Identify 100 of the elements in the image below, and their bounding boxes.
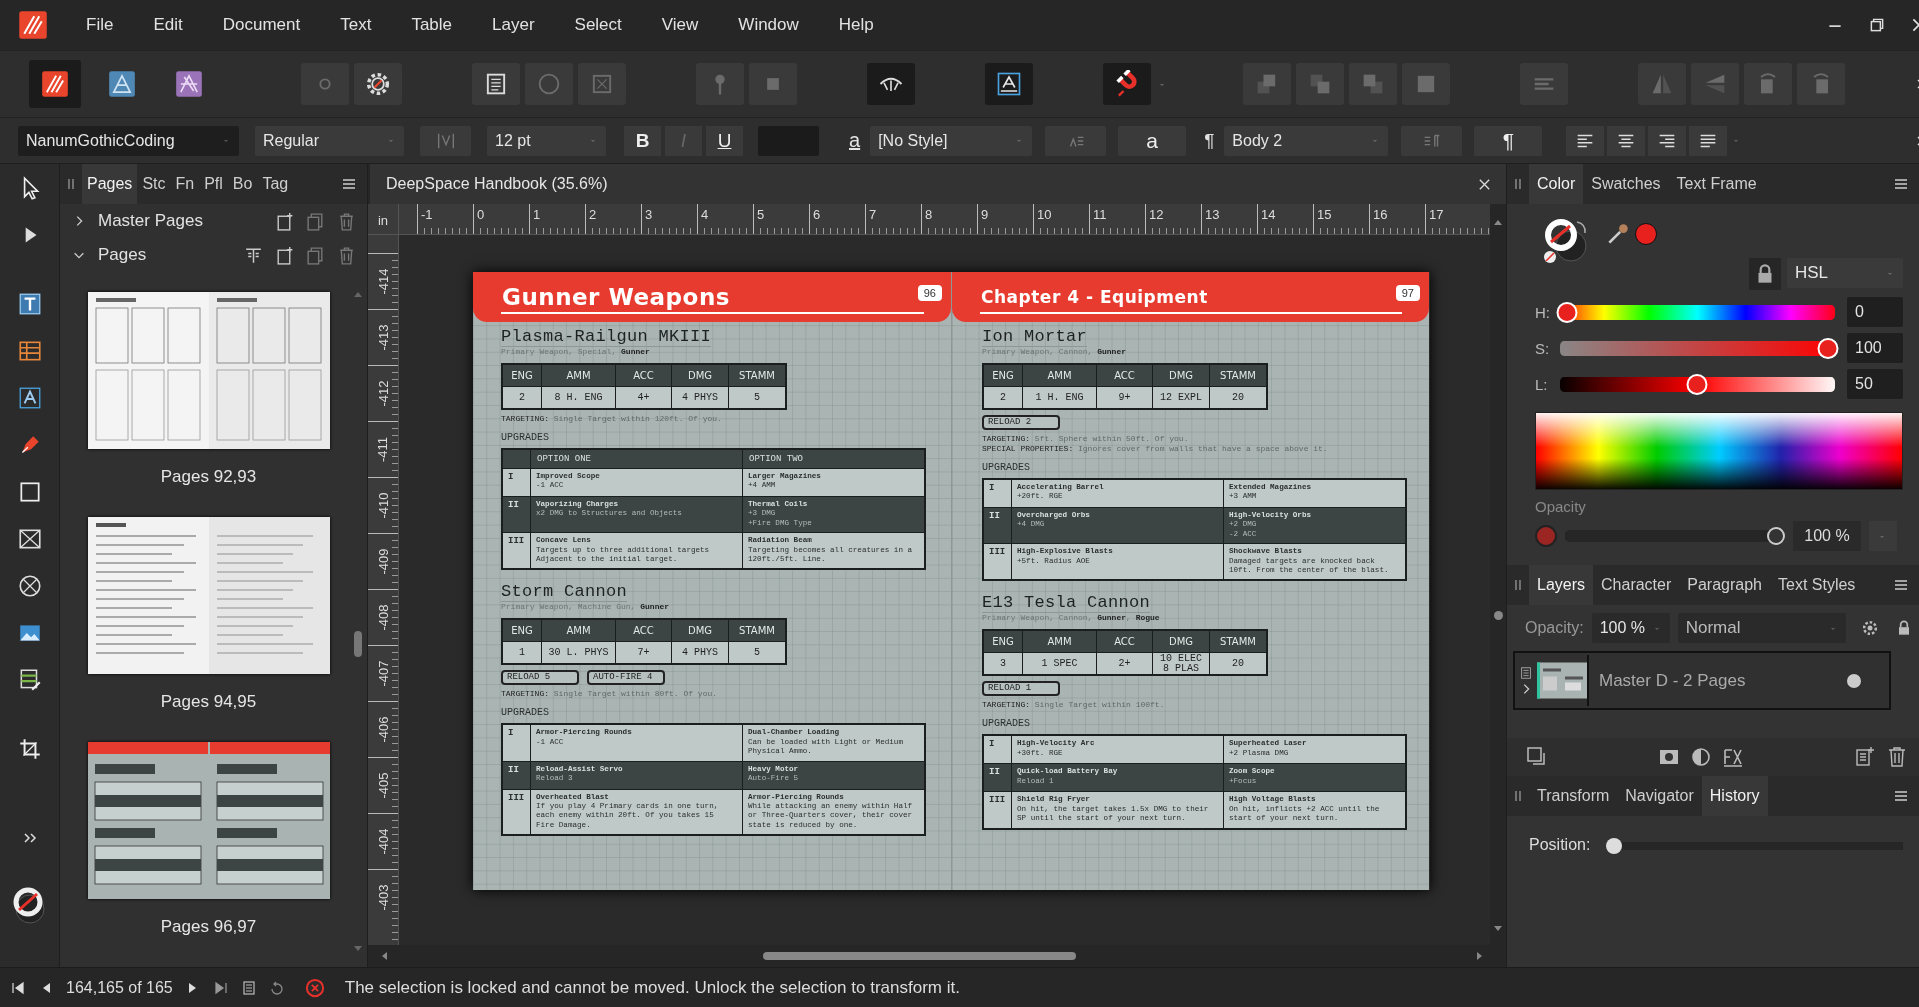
current-color-dot[interactable] xyxy=(1635,223,1657,245)
menu-item[interactable]: Text xyxy=(320,15,392,35)
toolbar-button[interactable] xyxy=(867,63,915,105)
menu-item[interactable]: Document xyxy=(202,15,321,35)
ruler-label: 17 xyxy=(1429,207,1444,222)
panel-tab[interactable]: Pages xyxy=(82,164,138,204)
toolbar-button[interactable] xyxy=(985,63,1033,105)
grip-icon[interactable] xyxy=(1513,788,1523,804)
adjustment-icon[interactable] xyxy=(1689,745,1713,769)
panel-tab[interactable]: History xyxy=(1701,776,1768,816)
page-icon[interactable] xyxy=(240,979,257,996)
bold-button[interactable]: B xyxy=(624,125,661,156)
panel-tab[interactable]: Color xyxy=(1529,164,1584,204)
value-field[interactable]: 100 % xyxy=(1793,521,1861,551)
panel-tab[interactable]: Layers xyxy=(1529,565,1594,605)
panel-tab[interactable]: Text Frame xyxy=(1668,164,1765,204)
restore-icon[interactable] xyxy=(1868,16,1886,34)
panel-tab[interactable]: Pfl xyxy=(199,164,228,204)
toolbar-button[interactable] xyxy=(29,60,81,108)
font-family-dropdown[interactable]: NanumGothicCoding xyxy=(18,125,239,156)
panel-tab[interactable]: Bo xyxy=(227,164,258,204)
table-cell: 7+ xyxy=(616,642,671,664)
panel-tab[interactable]: Swatches xyxy=(1583,164,1669,204)
font-size-dropdown[interactable]: 12 pt xyxy=(487,125,606,156)
font-style-dropdown[interactable]: Regular xyxy=(255,125,404,156)
undo-icon[interactable] xyxy=(268,979,285,996)
menu-item[interactable]: Select xyxy=(554,15,642,35)
menu-item[interactable]: View xyxy=(641,15,719,35)
ruler-label: 16 xyxy=(1373,207,1388,222)
toolbar-button[interactable] xyxy=(1103,63,1151,105)
spread-thumbnail[interactable] xyxy=(87,742,330,899)
scroll-thumb[interactable] xyxy=(354,630,362,657)
ruler-label: 9 xyxy=(981,207,989,222)
menu-item[interactable]: File xyxy=(66,15,134,35)
menu-icon[interactable] xyxy=(1893,788,1909,804)
slider-thumb[interactable] xyxy=(1606,838,1623,854)
grip-icon[interactable] xyxy=(66,176,76,192)
menu-item[interactable]: Layer xyxy=(472,15,555,35)
opacity-slider[interactable] xyxy=(1565,527,1785,545)
document-tab[interactable]: DeepSpace Handbook (35.6%) xyxy=(370,164,1506,204)
scroll-thumb[interactable] xyxy=(762,952,1076,960)
value-field[interactable]: 0 xyxy=(1847,297,1903,327)
menu-icon[interactable] xyxy=(1893,176,1909,192)
scroll-thumb[interactable] xyxy=(1493,611,1503,621)
add-layer-icon[interactable] xyxy=(1853,745,1877,769)
table-header-cell: DMG xyxy=(672,620,728,642)
toolbar-button[interactable] xyxy=(472,63,520,105)
visibility-dot[interactable] xyxy=(1847,673,1861,688)
section-label[interactable]: Pages xyxy=(98,245,147,265)
align-left-button[interactable] xyxy=(1566,125,1605,156)
menu-item[interactable]: Table xyxy=(391,15,472,35)
grip-icon[interactable] xyxy=(1513,176,1523,192)
table-cell: 12 EXPL xyxy=(1153,387,1209,408)
panel-tab[interactable]: Character xyxy=(1593,565,1680,605)
ruler-label: -413 xyxy=(375,324,391,351)
panel-tab[interactable]: Text Styles xyxy=(1770,565,1864,605)
layer-row[interactable]: Master D - 2 Pages xyxy=(1513,651,1891,710)
character-button[interactable]: a xyxy=(1118,125,1187,156)
spread-label: Pages 96,97 xyxy=(160,917,257,937)
panel-tab[interactable]: Tag xyxy=(257,164,294,204)
grip-icon[interactable] xyxy=(1513,577,1523,593)
paragraph-options-button[interactable] xyxy=(1401,125,1463,156)
blend-mode-dropdown[interactable]: Normal xyxy=(1677,613,1846,643)
panel-tab[interactable]: Stc xyxy=(137,164,171,204)
panel-tab[interactable]: Transform xyxy=(1529,776,1618,816)
first-page-icon[interactable] xyxy=(10,979,26,996)
spread-thumbnail[interactable] xyxy=(87,292,330,449)
toolbar-button[interactable] xyxy=(354,63,402,105)
justify-button[interactable] xyxy=(1689,125,1728,156)
paragraph-button[interactable]: ¶ xyxy=(1474,125,1543,156)
table-cell: 9+ xyxy=(1097,387,1152,408)
paragraph-style-dropdown[interactable]: Body 2 xyxy=(1224,125,1389,156)
menu-item[interactable]: Help xyxy=(818,15,894,35)
section-label[interactable]: Master Pages xyxy=(98,211,203,231)
last-page-icon[interactable] xyxy=(212,979,229,996)
align-center-button[interactable] xyxy=(1607,125,1646,156)
underline-button[interactable]: U xyxy=(706,125,743,156)
menu-icon[interactable] xyxy=(341,176,357,192)
character-style-dropdown[interactable]: [No Style] xyxy=(870,125,1033,156)
slider-thumb[interactable] xyxy=(1767,527,1785,545)
color-spectrum[interactable] xyxy=(1535,412,1903,490)
ruler-label: -410 xyxy=(375,492,391,519)
spread-thumbnail[interactable] xyxy=(87,517,330,674)
value-field[interactable]: 100 xyxy=(1847,333,1903,363)
align-right-button[interactable] xyxy=(1648,125,1687,156)
menu-icon[interactable] xyxy=(1893,577,1909,593)
circle-cross-icon[interactable] xyxy=(16,572,43,599)
opacity-dropdown[interactable]: 100 % xyxy=(1591,613,1670,643)
panel-tab[interactable]: Fn xyxy=(170,164,200,204)
table-header-cell: AMM xyxy=(1023,631,1096,653)
character-style-label: a xyxy=(849,129,861,152)
color-model-dropdown[interactable]: HSL xyxy=(1787,258,1903,288)
lock-icon[interactable] xyxy=(1749,258,1781,290)
panel-tab[interactable]: Paragraph xyxy=(1679,565,1770,605)
ruler-label: 10 xyxy=(1037,207,1052,222)
panel-tab[interactable]: Navigator xyxy=(1617,776,1702,816)
tracking-button[interactable] xyxy=(420,125,471,156)
menu-item[interactable]: Window xyxy=(718,15,819,35)
value-field[interactable]: 50 xyxy=(1847,369,1903,399)
menu-item[interactable]: Edit xyxy=(133,15,203,35)
